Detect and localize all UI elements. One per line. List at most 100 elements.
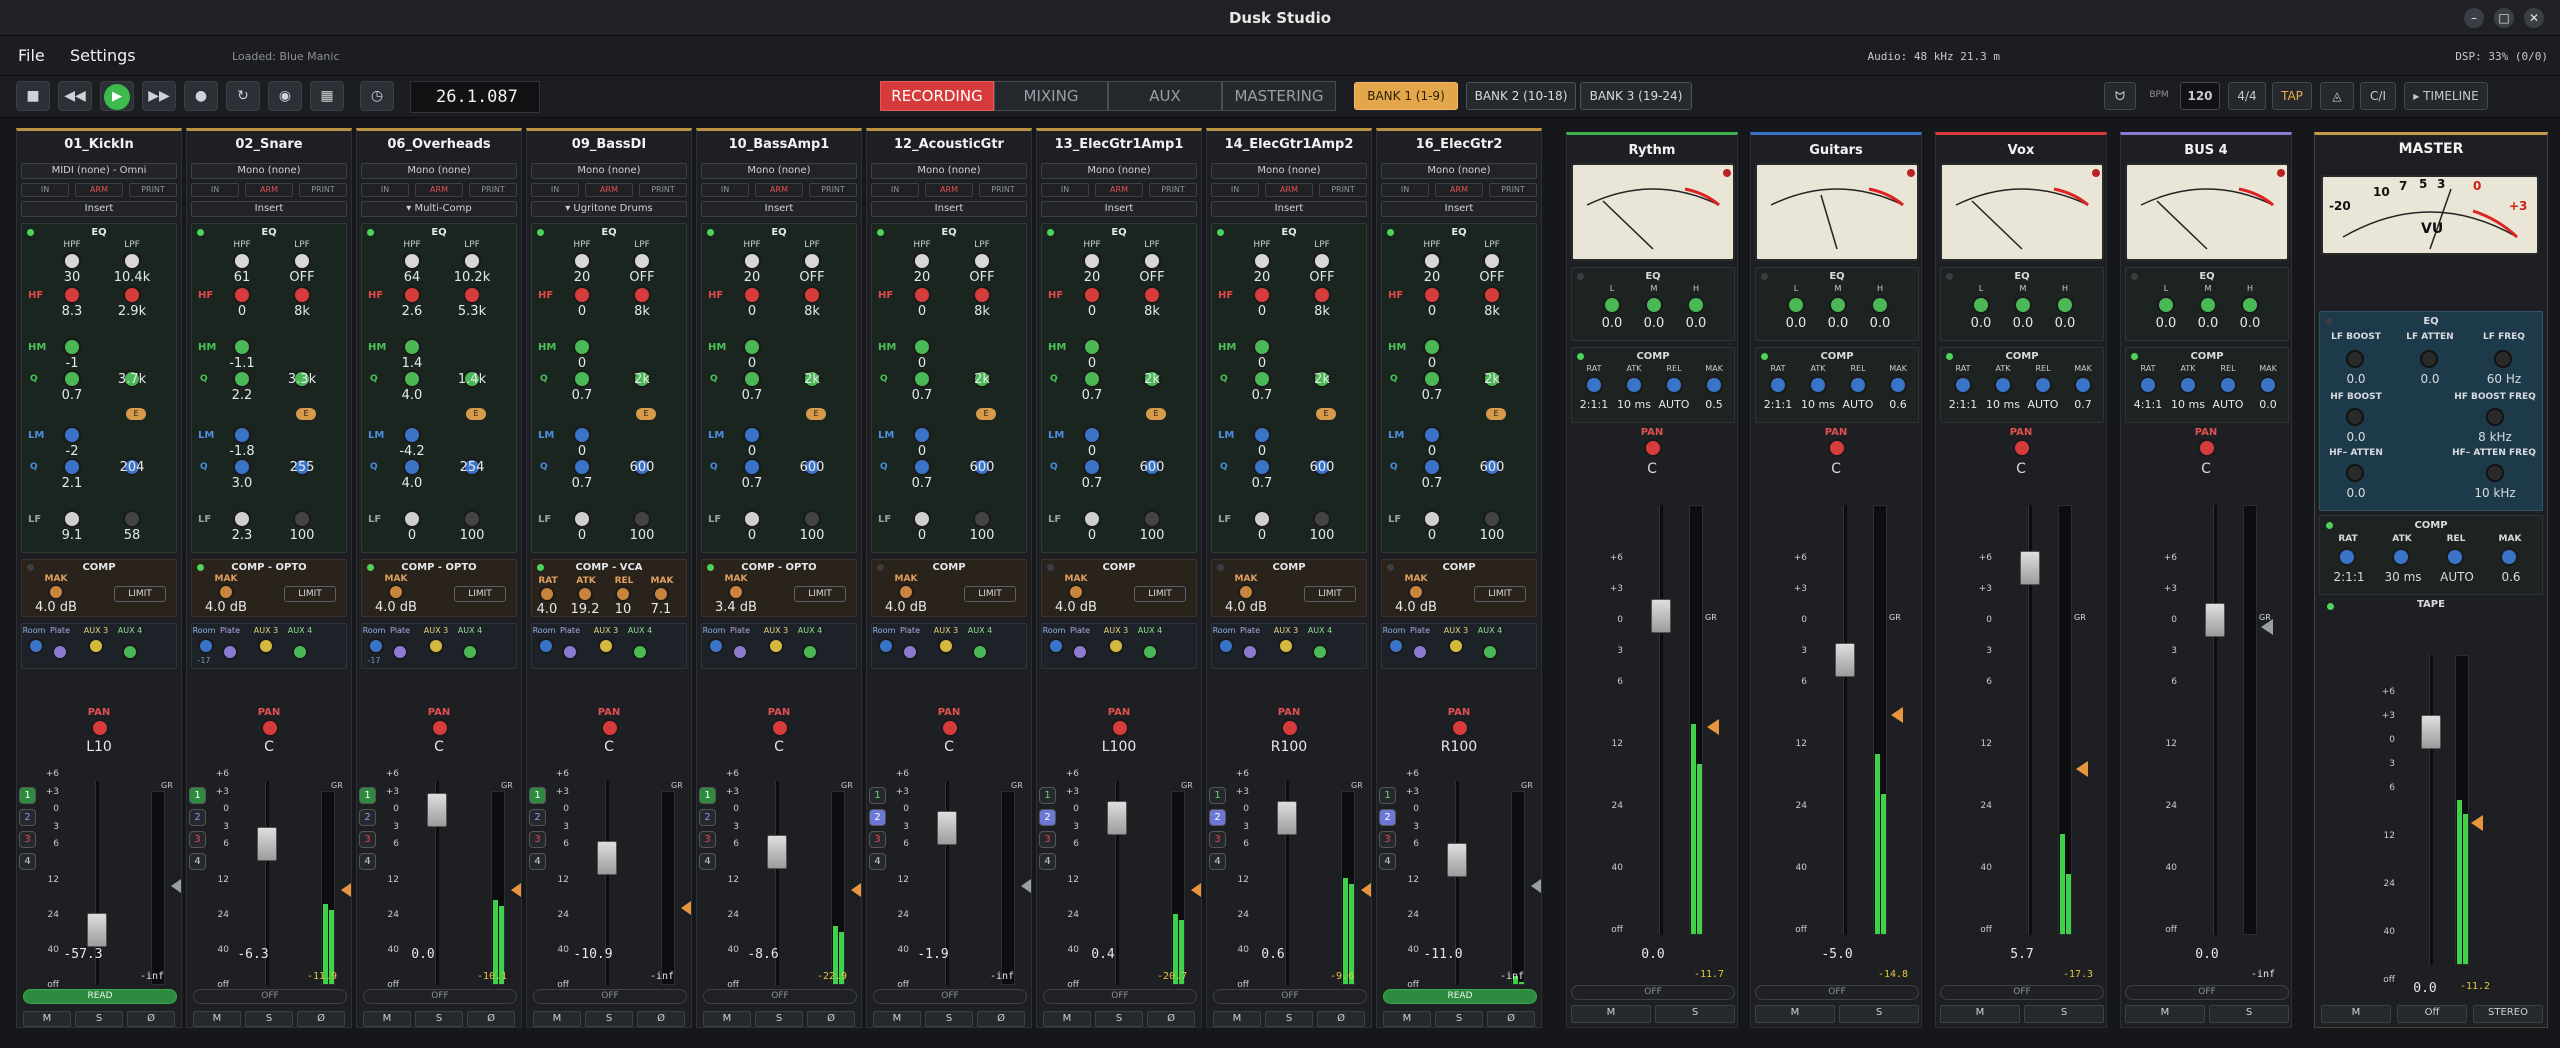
hf-gain-knob[interactable] (743, 286, 761, 304)
lf-freq-knob[interactable] (973, 510, 991, 528)
bus-eq-low-knob[interactable] (1787, 296, 1805, 314)
hpf-knob[interactable] (1253, 252, 1271, 270)
limit-button[interactable]: LIMIT (1134, 586, 1186, 602)
phase-invert-button[interactable]: Ø (467, 1011, 515, 1027)
phase-invert-button[interactable]: Ø (297, 1011, 345, 1027)
e-mode-toggle[interactable]: E (296, 408, 316, 420)
bus-pan-knob[interactable] (2198, 439, 2216, 457)
phase-invert-button[interactable]: Ø (1487, 1011, 1535, 1027)
vca-group-button[interactable]: 3 (359, 831, 376, 848)
lpf-knob[interactable] (633, 252, 651, 270)
lf-freq-knob[interactable] (1143, 510, 1161, 528)
lf-freq-knob[interactable] (123, 510, 141, 528)
bus-eq-high-knob[interactable] (1871, 296, 1889, 314)
bus-volume-fader[interactable] (2020, 551, 2040, 585)
lm-gain-knob[interactable] (233, 426, 251, 444)
lf-gain-knob[interactable] (913, 510, 931, 528)
hpf-knob[interactable] (403, 252, 421, 270)
lf-freq-knob[interactable] (2494, 350, 2512, 368)
vca-group-button[interactable]: 1 (359, 787, 376, 804)
master-off-button[interactable]: Off (2397, 1005, 2467, 1023)
bus-eq-mid-knob[interactable] (2199, 296, 2217, 314)
bus-eq-low-knob[interactable] (2157, 296, 2175, 314)
mute-button[interactable]: M (533, 1011, 581, 1027)
plate-send-knob[interactable] (562, 644, 578, 660)
vca-group-button[interactable]: 2 (359, 809, 376, 826)
vca-group-button[interactable]: 3 (699, 831, 716, 848)
makeup-knob[interactable] (48, 584, 64, 600)
bus-makeup-knob[interactable] (1705, 376, 1723, 394)
hf-boost-freq-knob[interactable] (2486, 408, 2504, 426)
vca-group-button[interactable]: 1 (869, 787, 886, 804)
lf-gain-knob[interactable] (743, 510, 761, 528)
arm-button[interactable]: ARM (415, 183, 463, 197)
mute-button[interactable]: M (193, 1011, 241, 1027)
lf-gain-knob[interactable] (1253, 510, 1271, 528)
room-send-knob[interactable] (708, 638, 724, 654)
volume-fader[interactable] (937, 811, 957, 845)
hm-q-knob[interactable] (403, 370, 421, 388)
arm-button[interactable]: ARM (925, 183, 973, 197)
lm-gain-knob[interactable] (1423, 426, 1441, 444)
e-mode-toggle[interactable]: E (806, 408, 826, 420)
pan-knob[interactable] (1281, 719, 1299, 737)
input-selector[interactable]: Mono (none) (871, 163, 1027, 179)
plate-send-knob[interactable] (1412, 644, 1428, 660)
channel-name[interactable]: 06_Overheads (357, 137, 521, 152)
input-selector[interactable]: Mono (none) (361, 163, 517, 179)
pan-knob[interactable] (91, 719, 109, 737)
lm-q-knob[interactable] (403, 458, 421, 476)
room-send-knob[interactable] (538, 638, 554, 654)
input-selector[interactable]: Mono (none) (191, 163, 347, 179)
bus-automation-mode-button[interactable]: OFF (1755, 985, 1919, 1000)
tab-aux[interactable]: AUX (1108, 81, 1222, 111)
hm-q-knob[interactable] (1083, 370, 1101, 388)
hm-q-knob[interactable] (63, 370, 81, 388)
room-send-knob[interactable] (28, 638, 44, 654)
aux3-send-knob[interactable] (1448, 638, 1464, 654)
plate-send-knob[interactable] (392, 644, 408, 660)
solo-button[interactable]: S (75, 1011, 123, 1027)
hf-freq-knob[interactable] (633, 286, 651, 304)
automation-mode-button[interactable]: OFF (1043, 989, 1197, 1004)
insert-slot[interactable]: ▾ Ugritone Drums (531, 201, 687, 217)
lm-gain-knob[interactable] (1083, 426, 1101, 444)
bus-volume-fader[interactable] (1835, 643, 1855, 677)
solo-button[interactable]: S (1095, 1011, 1143, 1027)
makeup-knob[interactable] (218, 584, 234, 600)
hf-gain-knob[interactable] (63, 286, 81, 304)
lf-freq-knob[interactable] (803, 510, 821, 528)
lm-gain-knob[interactable] (63, 426, 81, 444)
makeup-knob[interactable] (1408, 584, 1424, 600)
bus-attack-knob[interactable] (1809, 376, 1827, 394)
vca-group-button[interactable]: 2 (1209, 809, 1226, 826)
bus-eq-high-knob[interactable] (1687, 296, 1705, 314)
bus-release-knob[interactable] (2219, 376, 2237, 394)
aux3-send-knob[interactable] (1278, 638, 1294, 654)
hf-boost-knob[interactable] (2346, 408, 2364, 426)
bus-mute-button[interactable]: M (1940, 1005, 2020, 1023)
limit-button[interactable]: LIMIT (1304, 586, 1356, 602)
bus-eq-mid-knob[interactable] (2014, 296, 2032, 314)
aux3-send-knob[interactable] (428, 638, 444, 654)
bus-name[interactable]: Guitars (1751, 143, 1921, 158)
vca-group-button[interactable]: 4 (699, 853, 716, 870)
attack-knob[interactable] (577, 586, 593, 602)
lf-gain-knob[interactable] (233, 510, 251, 528)
vca-group-button[interactable]: 4 (359, 853, 376, 870)
phase-invert-button[interactable]: Ø (127, 1011, 175, 1027)
print-button[interactable]: PRINT (299, 183, 347, 197)
bus-pan-knob[interactable] (1828, 439, 1846, 457)
maximize-icon[interactable]: □ (2494, 8, 2514, 28)
hm-gain-knob[interactable] (743, 338, 761, 356)
bpm-field[interactable]: 120 (2180, 82, 2220, 110)
volume-fader[interactable] (257, 827, 277, 861)
bus-volume-fader[interactable] (2205, 603, 2225, 637)
bus-attack-knob[interactable] (1994, 376, 2012, 394)
vca-group-button[interactable]: 2 (699, 809, 716, 826)
bus-eq-mid-knob[interactable] (1829, 296, 1847, 314)
vca-group-button[interactable]: 2 (19, 809, 36, 826)
volume-fader[interactable] (87, 913, 107, 947)
vca-group-button[interactable]: 1 (1379, 787, 1396, 804)
metronome-grid-icon[interactable]: ▦ (310, 81, 344, 111)
